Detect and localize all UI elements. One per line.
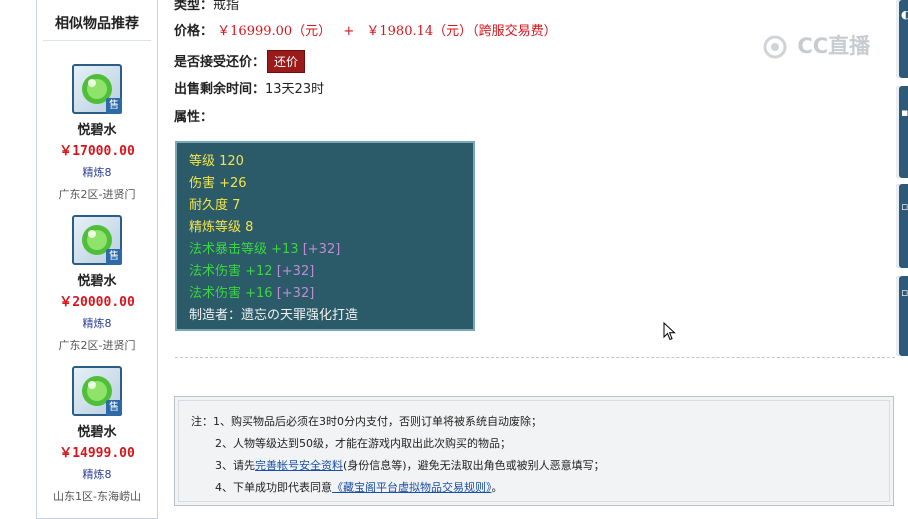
jade-ring-icon[interactable]: 售 xyxy=(72,215,122,265)
item-server: 广东2区-进贤门 xyxy=(58,339,136,352)
attr-bonus: 法术伤害 +12 [+32] xyxy=(189,261,461,283)
item-name[interactable]: 悦碧水 xyxy=(37,270,157,289)
type-value: 戒指 xyxy=(213,0,240,13)
item-server: 广东2区-进贤门 xyxy=(58,188,136,201)
bonus-extra: [+32] xyxy=(276,286,315,301)
bonus-text: 法术暴击等级 +13 xyxy=(189,242,299,257)
similar-items-panel: 相似物品推荐 售 悦碧水 ￥17000.00 精炼8 广东2区-进贤门 售 悦碧… xyxy=(36,0,158,519)
jade-ring-icon[interactable]: 售 xyxy=(72,64,122,114)
attribute-box: 等级 120 伤害 +26 耐久度 7 精炼等级 8 法术暴击等级 +13 [+… xyxy=(175,141,475,331)
note-3-pre: 3、请先 xyxy=(215,459,255,472)
item-refine: 精炼8 xyxy=(82,317,112,330)
edge-tab-icon: ▫ xyxy=(901,286,908,299)
bonus-text: 法术伤害 +12 xyxy=(189,264,273,279)
bonus-text: 法术伤害 +16 xyxy=(189,286,273,301)
bargain-button[interactable]: 还价 xyxy=(267,50,306,73)
item-refine: 精炼8 xyxy=(82,468,112,481)
cross-server-fee: ￥1980.14（元）（跨服交易费） xyxy=(366,24,557,39)
cc-watermark: CC直播 xyxy=(760,30,870,60)
watermark-text: CC直播 xyxy=(797,34,871,58)
edge-tab[interactable]: ▫ xyxy=(896,276,908,356)
item-name[interactable]: 悦碧水 xyxy=(37,119,157,138)
note-1: 注：1、购买物品后必须在3时0分内支付，否则订单将被系统自动废除； xyxy=(191,415,542,428)
type-row: 类型：戒指 xyxy=(174,0,239,13)
similar-item-card[interactable]: 售 悦碧水 ￥20000.00 精炼8 广东2区-进贤门 xyxy=(37,215,157,353)
sell-badge: 售 xyxy=(106,98,122,114)
edge-tab[interactable]: ▪ xyxy=(896,86,908,178)
attr-level: 等级 120 xyxy=(189,154,244,169)
price-main: ￥16999.00（元） xyxy=(217,24,332,39)
bargain-row: 是否接受还价： 还价 xyxy=(174,50,306,73)
attr-label: 属性： xyxy=(174,110,214,125)
item-refine: 精炼8 xyxy=(82,166,112,179)
section-divider xyxy=(175,357,895,358)
similar-item-card[interactable]: 售 悦碧水 ￥14999.00 精炼8 山东1区-东海崂山 xyxy=(37,366,157,504)
attr-row: 属性： xyxy=(174,106,213,125)
purchase-notes: 注：1、购买物品后必须在3时0分内支付，否则订单将被系统自动废除； 2、人物等级… xyxy=(174,396,894,506)
bonus-extra: [+32] xyxy=(302,242,341,257)
attr-bonus: 法术暴击等级 +13 [+32] xyxy=(189,239,461,261)
time-row: 出售剩余时间：13天23时 xyxy=(174,78,324,97)
attr-maker: 制造者：遗忘の天罪强化打造 xyxy=(189,308,359,323)
mouse-cursor-icon xyxy=(663,322,676,341)
note-4: 4、下单成功即代表同意《藏宝阁平台虚拟物品交易规则》。 xyxy=(191,477,889,499)
trade-rules-link[interactable]: 《藏宝阁平台虚拟物品交易规则》 xyxy=(332,481,492,494)
jade-ring-icon[interactable]: 售 xyxy=(72,366,122,416)
similar-items-title: 相似物品推荐 xyxy=(43,0,151,41)
time-value: 13天23时 xyxy=(265,82,325,97)
item-price: ￥17000.00 xyxy=(59,144,135,159)
price-plus: + xyxy=(343,24,355,39)
edge-tab-icon: ▫ xyxy=(901,200,908,213)
price-label: 价格： xyxy=(174,24,214,39)
sell-badge: 售 xyxy=(106,400,122,416)
bargain-label: 是否接受还价： xyxy=(174,55,266,70)
similar-item-card[interactable]: 售 悦碧水 ￥17000.00 精炼8 广东2区-进贤门 xyxy=(37,64,157,202)
note-3-post: (身份信息等)，避免无法取出角色或被别人恶意填写； xyxy=(343,459,605,472)
attr-durability: 耐久度 7 xyxy=(189,198,241,213)
note-4-post: 。 xyxy=(491,481,503,494)
item-server: 山东1区-东海崂山 xyxy=(53,490,141,503)
edge-tab-icon: ◐ xyxy=(901,8,908,21)
note-3: 3、请先完善帐号安全资料(身份信息等)，避免无法取出角色或被别人恶意填写； xyxy=(191,455,889,477)
notes-inner: 注：1、购买物品后必须在3时0分内支付，否则订单将被系统自动废除； 2、人物等级… xyxy=(178,400,890,502)
item-price: ￥14999.00 xyxy=(59,446,135,461)
time-label: 出售剩余时间： xyxy=(174,82,266,97)
type-label: 类型： xyxy=(174,0,214,13)
cc-logo-icon xyxy=(763,35,787,59)
edge-tab[interactable]: ▫ xyxy=(896,184,908,268)
note-4-pre: 4、下单成功即代表同意 xyxy=(215,481,332,494)
edge-tab-icon: ▪ xyxy=(901,106,908,119)
attr-refine-level: 精炼等级 8 xyxy=(189,220,254,235)
attr-bonus: 法术伤害 +16 [+32] xyxy=(189,283,461,305)
note-2: 2、人物等级达到50级，才能在游戏内取出此次购买的物品； xyxy=(215,437,511,450)
attr-damage: 伤害 +26 xyxy=(189,176,247,191)
bonus-extra: [+32] xyxy=(276,264,315,279)
account-security-link[interactable]: 完善帐号安全资料 xyxy=(255,459,343,472)
price-row: 价格： ￥16999.00（元） + ￥1980.14（元）（跨服交易费） xyxy=(174,20,557,39)
edge-tab[interactable]: ◐ xyxy=(896,0,908,78)
item-name[interactable]: 悦碧水 xyxy=(37,421,157,440)
sell-badge: 售 xyxy=(106,249,122,265)
item-price: ￥20000.00 xyxy=(59,295,135,310)
